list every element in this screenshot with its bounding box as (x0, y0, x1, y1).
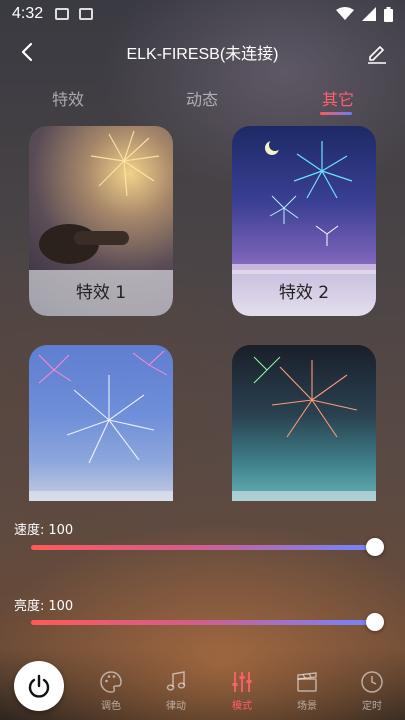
effect-card-label: 特效 1 (29, 270, 173, 316)
battery-icon (384, 6, 393, 22)
nav-item-mode[interactable]: 模式 (222, 670, 262, 712)
speed-label-text: 速度: (14, 523, 45, 538)
fireworks-image (38, 350, 168, 464)
nav-label: 模式 (232, 701, 252, 712)
brightness-label: 亮度: 100 (14, 595, 73, 614)
clapperboard-icon (297, 672, 317, 692)
clock-icon (361, 671, 383, 693)
power-button[interactable] (14, 661, 64, 711)
brightness-slider-thumb[interactable] (366, 613, 384, 631)
effect-card-2[interactable]: 特效 2 (232, 126, 376, 316)
status-bar: 4:32 (0, 0, 405, 28)
palette-icon (100, 671, 122, 693)
nav-label: 调色 (101, 701, 121, 712)
tab-effects[interactable]: 特效 (52, 86, 84, 110)
nav-item-scene[interactable]: 场景 (287, 670, 327, 712)
sliders-icon (232, 672, 252, 692)
card-label-strip (29, 491, 173, 501)
wifi-icon (336, 7, 354, 20)
brightness-value: 100 (48, 599, 74, 614)
status-time: 4:32 (12, 5, 44, 22)
speed-slider-track[interactable] (31, 545, 375, 550)
edit-pencil-icon[interactable] (363, 38, 391, 66)
nav-label: 律动 (166, 701, 186, 712)
nav-item-rhythm[interactable]: 律动 (156, 670, 196, 712)
gallery-notification-icon (55, 8, 70, 20)
nav-item-timer[interactable]: 定时 (352, 670, 392, 712)
music-note-icon (166, 671, 186, 691)
fireworks-image (253, 356, 358, 438)
nav-label: 场景 (297, 701, 317, 712)
tab-dynamic[interactable]: 动态 (186, 86, 218, 110)
nav-label: 定时 (362, 701, 382, 712)
speed-slider-thumb[interactable] (366, 538, 384, 556)
top-app-bar: ELK-FIRESB(未连接) (0, 32, 405, 72)
mode-tabs: 特效 动态 其它 (0, 86, 405, 122)
effect-card-3[interactable] (29, 345, 173, 501)
page-title: ELK-FIRESB(未连接) (126, 46, 279, 63)
nav-item-color[interactable]: 调色 (91, 670, 131, 712)
card-label-strip (232, 491, 376, 501)
back-arrow-icon[interactable] (14, 38, 42, 66)
effect-card-label: 特效 2 (232, 270, 376, 316)
effect-card-1[interactable]: 特效 1 (29, 126, 173, 316)
speed-value: 100 (48, 523, 74, 538)
brightness-label-text: 亮度: (14, 599, 45, 614)
effect-card-4[interactable] (232, 345, 376, 501)
tab-other[interactable]: 其它 (322, 86, 354, 110)
brightness-slider-track[interactable] (31, 620, 375, 625)
app-notification-icon (79, 8, 94, 20)
power-icon (28, 674, 50, 698)
active-tab-indicator (320, 112, 352, 115)
signal-icon (362, 7, 376, 21)
speed-label: 速度: 100 (14, 519, 73, 538)
